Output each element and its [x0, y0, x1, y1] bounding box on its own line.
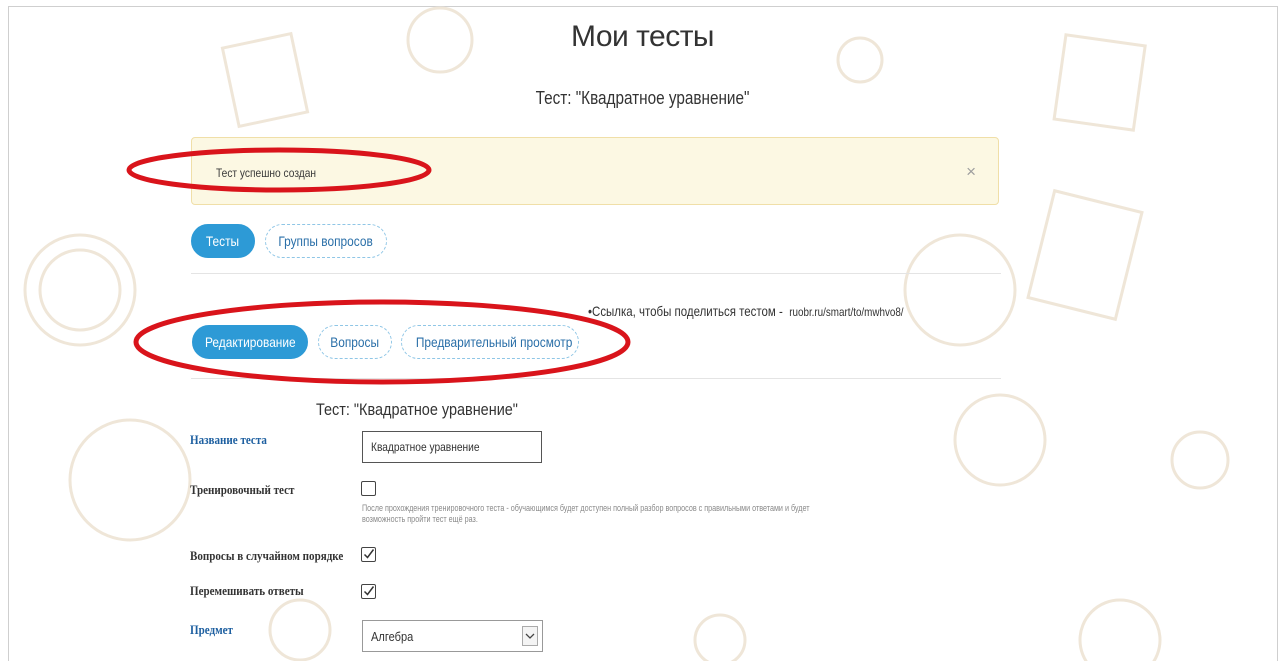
tab-question-groups-label: Группы вопросов: [278, 233, 374, 249]
share-text: Ссылка, чтобы поделиться тестом -: [592, 303, 786, 319]
test-name-label: Название теста: [190, 432, 267, 447]
tab-preview-label: Предварительный просмотр: [415, 334, 573, 350]
chevron-down-icon: [522, 626, 538, 646]
test-name-value: Квадратное уравнение: [371, 440, 480, 454]
shuffle-answers-checkbox[interactable]: [361, 584, 376, 599]
training-test-label: Тренировочный тест: [190, 482, 295, 497]
success-alert: Тест успешно создан ×: [191, 137, 999, 205]
divider: [191, 378, 1001, 379]
page-title: Мои тесты: [571, 20, 715, 53]
divider: [191, 273, 1001, 274]
checkmark-icon: [363, 549, 375, 559]
close-icon[interactable]: ×: [966, 162, 976, 182]
checkmark-icon: [363, 586, 375, 596]
test-name-input[interactable]: Квадратное уравнение: [362, 431, 542, 463]
random-order-label: Вопросы в случайном порядке: [190, 548, 344, 563]
training-help-text: После прохождения тренировочного теста -…: [362, 503, 810, 524]
form-heading: Тест: "Квадратное уравнение": [316, 400, 518, 419]
tab-tests[interactable]: Тесты: [191, 224, 255, 258]
share-link-text: •Ссылка, чтобы поделиться тестом - ruobr…: [588, 303, 904, 319]
shuffle-answers-label: Перемешивать ответы: [190, 583, 304, 598]
share-url[interactable]: ruobr.ru/smart/to/mwhvo8/: [789, 305, 903, 319]
random-order-checkbox[interactable]: [361, 547, 376, 562]
tab-tests-label: Тесты: [206, 233, 240, 249]
subject-value: Алгебра: [371, 629, 414, 644]
tab-editing-label: Редактирование: [204, 334, 296, 350]
tab-questions[interactable]: Вопросы: [318, 325, 392, 359]
test-subtitle: Тест: "Квадратное уравнение": [535, 88, 750, 108]
tab-editing[interactable]: Редактирование: [192, 325, 308, 359]
subject-label: Предмет: [190, 622, 233, 637]
tab-questions-label: Вопросы: [330, 334, 380, 350]
subject-select[interactable]: Алгебра: [362, 620, 543, 652]
tab-question-groups[interactable]: Группы вопросов: [265, 224, 387, 258]
alert-text: Тест успешно создан: [216, 166, 317, 180]
training-test-checkbox[interactable]: [361, 481, 376, 496]
tab-preview[interactable]: Предварительный просмотр: [401, 325, 579, 359]
